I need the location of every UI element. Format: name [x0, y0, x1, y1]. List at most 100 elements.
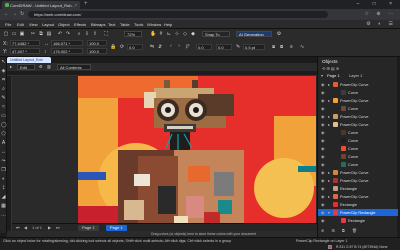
open-icon[interactable]: ▭ [11, 31, 17, 37]
connector-icon[interactable]: ⤳ [1, 159, 6, 164]
redo-icon[interactable]: ↷ [65, 31, 71, 37]
full-screen-icon[interactable]: ⛶ [103, 31, 109, 37]
color-eyedropper-icon[interactable]: ⟟ [1, 186, 6, 191]
browser-tab[interactable]: CorelDRAW - Untitled Layout_Rob... × [2, 1, 80, 9]
outline-width-field[interactable]: 0.5 pt [243, 44, 265, 50]
view-mode-dropdown[interactable]: Edit [17, 64, 35, 70]
shape-tool-icon[interactable]: ◈ [1, 69, 6, 74]
expand-chevron-icon[interactable]: ▸ [328, 122, 330, 127]
object-list-item[interactable]: ◉ ▸ PowerClip Curve [318, 113, 398, 120]
object-list-item[interactable]: ◉ ▾ PowerClip Rectangle [318, 209, 398, 216]
object-list-item[interactable]: ◉ ▸ PowerClip Curve [318, 81, 398, 88]
text-tool-icon[interactable]: A [1, 141, 6, 146]
undo-icon[interactable]: ↶ [57, 31, 63, 37]
guidelines-icon[interactable]: ⊹ [174, 31, 180, 37]
preview-icon[interactable]: ◆ [190, 31, 196, 37]
object-list-item[interactable]: ◉ Curve [318, 129, 398, 136]
corner-round-icon[interactable]: ◜ [170, 44, 172, 50]
visibility-eye-icon[interactable]: ◉ [321, 170, 325, 175]
visibility-eye-icon[interactable]: ◉ [321, 186, 325, 191]
first-page-icon[interactable]: ⏮ [16, 225, 20, 230]
expand-chevron-icon[interactable]: ▸ [328, 82, 330, 87]
visibility-eye-icon[interactable]: ◉ [321, 162, 325, 167]
browser-extras[interactable]: ☆ ⊕ ⋯ [365, 11, 396, 17]
visibility-eye-icon[interactable]: ◉ [321, 98, 325, 103]
copy-icon[interactable]: ⧉ [38, 31, 44, 37]
docker-page-row[interactable]: ▾ Page 1 Layer 1 [321, 72, 397, 79]
docker-tool-icons[interactable]: ⟲ ⊞ ▤ ⊕ [322, 66, 339, 71]
smart-fill-icon[interactable]: ▦ [1, 204, 6, 209]
parallel-dimension-icon[interactable]: ↔ [1, 150, 6, 155]
layout-icon[interactable]: ▥ [47, 64, 51, 70]
mirror-vertical-icon[interactable]: ⇵ [158, 44, 162, 50]
visibility-eye-icon[interactable]: ◉ [321, 218, 325, 223]
scale-y-field[interactable]: 100.0 [87, 48, 107, 54]
menu-file[interactable]: File [5, 22, 11, 27]
interactive-fill-icon[interactable]: ◢ [1, 195, 6, 200]
zoom-level-field[interactable]: 72% [124, 31, 142, 37]
view-options-icon[interactable]: ⚙ [39, 64, 43, 70]
menu-object[interactable]: Object [58, 22, 70, 27]
paste-icon[interactable]: ▤ [46, 31, 52, 37]
object-list-item[interactable]: ◉ Curve [318, 153, 398, 160]
menu-help[interactable]: Help [164, 22, 172, 27]
mirror-horizontal-icon[interactable]: ⇋ [150, 44, 154, 50]
wireframe-icon[interactable]: ◇ [182, 31, 188, 37]
menu-window[interactable]: Window [147, 22, 161, 27]
object-list-item[interactable]: ◉ ▸ PowerClip Curve [318, 169, 398, 176]
menu-right-controls[interactable]: ⚙ ◐ ☰ [366, 21, 396, 27]
height-field[interactable]: 175.002 * [51, 48, 83, 54]
prev-page-icon[interactable]: ◀ [24, 225, 27, 230]
visibility-eye-icon[interactable]: ◉ [321, 130, 325, 135]
transparency-icon[interactable]: ◐ [1, 177, 6, 182]
menu-layout[interactable]: Layout [42, 22, 54, 27]
forward-arrow-icon[interactable]: → [12, 11, 17, 17]
scale-x-field[interactable]: 100.0 [87, 40, 107, 46]
corner-radius-field[interactable]: 0.0 [196, 44, 212, 50]
fill-color-swatch[interactable] [328, 245, 332, 249]
export-icon[interactable]: ⇧ [92, 31, 98, 37]
to-front-icon[interactable]: ⧈ [272, 44, 275, 50]
rectangle-tool-icon[interactable]: ▭ [1, 114, 6, 119]
corner-scallop-icon[interactable]: ◝ [178, 44, 180, 50]
x-position-field[interactable]: 77.4482 * [10, 40, 40, 46]
expand-page-icon[interactable]: ▾ [321, 73, 323, 78]
menu-view[interactable]: View [29, 22, 38, 27]
last-page-icon[interactable]: ⏭ [56, 225, 60, 230]
visibility-eye-icon[interactable]: ◉ [321, 106, 325, 111]
snap-to-dropdown[interactable]: Snap To [202, 31, 230, 37]
to-back-icon[interactable]: ⧇ [280, 44, 283, 50]
convert-to-curves-icon[interactable]: ∿ [300, 44, 304, 50]
corner-radius-field-2[interactable]: 0.0 [216, 44, 232, 50]
more-tools-icon[interactable]: … [1, 213, 6, 218]
pick-mode-icon[interactable]: ▸ [10, 64, 12, 70]
menu-table[interactable]: Table [120, 22, 130, 27]
visibility-eye-icon[interactable]: ◉ [321, 122, 325, 127]
object-list-item[interactable]: ◉ Curve [318, 137, 398, 144]
object-list-item[interactable]: ◉ Rectangle [318, 185, 398, 192]
rotation-angle-field[interactable]: 0.0 [127, 44, 143, 50]
object-list-item[interactable]: ◉ Curve [318, 105, 398, 112]
pick-tool-icon[interactable]: ↖ [1, 60, 6, 65]
visibility-eye-icon[interactable]: ◉ [321, 194, 325, 199]
menu-text[interactable]: Text [108, 22, 115, 27]
new-tab-button[interactable]: + [84, 1, 88, 7]
url-field[interactable]: https://web.coreldraw.com/ [28, 11, 328, 18]
object-list-item[interactable]: ◉ Curve [318, 145, 398, 152]
object-list-item[interactable]: ◉ Rectangle [318, 201, 398, 208]
object-list-item[interactable]: ◉ ▸ PowerClip Curve [318, 97, 398, 104]
ellipse-tool-icon[interactable]: ◯ [1, 123, 7, 128]
y-position-field[interactable]: 47.407 * [10, 48, 40, 54]
drop-shadow-icon[interactable]: ❐ [1, 168, 6, 173]
object-list-item[interactable]: ◉ ▸ PowerClip Curve [318, 193, 398, 200]
reload-icon[interactable]: ↻ [20, 11, 24, 17]
freehand-tool-icon[interactable]: ✎ [1, 96, 6, 101]
back-arrow-icon[interactable]: ← [4, 11, 9, 17]
save-icon[interactable]: ▣ [19, 31, 25, 37]
object-list-item[interactable]: ◉ ▸ PowerClip Curve [318, 121, 398, 128]
next-page-icon[interactable]: ▶ [48, 225, 51, 230]
window-controls[interactable]: – □ × [357, 1, 399, 7]
expand-chevron-icon[interactable]: ▸ [328, 170, 330, 175]
object-list-item[interactable]: ◉ Curve [318, 161, 398, 168]
visibility-eye-icon[interactable]: ◉ [321, 90, 325, 95]
